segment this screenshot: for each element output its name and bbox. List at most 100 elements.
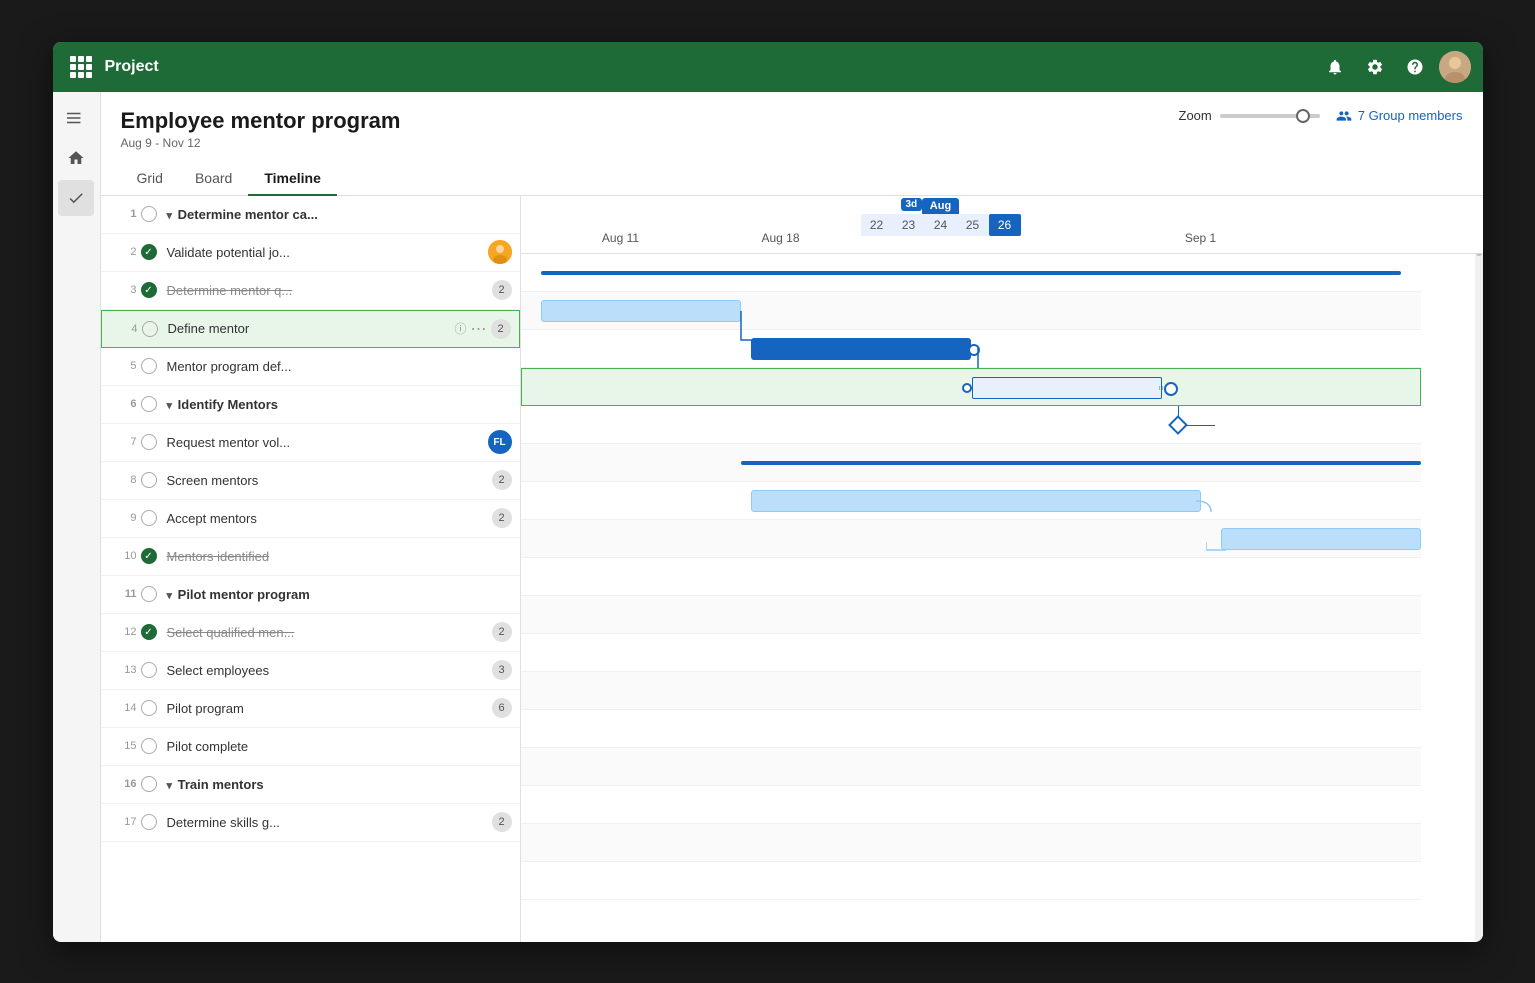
task-row: 3 Determine mentor q... 2 <box>101 272 520 310</box>
project-title: Employee mentor program <box>121 108 401 134</box>
task-row: 8 Screen mentors 2 <box>101 462 520 500</box>
task-badge: 2 <box>492 508 512 528</box>
user-avatar[interactable] <box>1439 51 1471 83</box>
gantt-row-15 <box>521 786 1421 824</box>
task-checkbox[interactable] <box>137 586 161 602</box>
gantt-chart[interactable]: Aug 11 Aug 18 Sep 1 Aug 22 23 24 <box>521 196 1483 942</box>
milestone-line <box>1185 425 1215 426</box>
task-checkbox[interactable] <box>137 548 161 564</box>
gantt-row-6 <box>521 444 1421 482</box>
task-name[interactable]: Mentors identified <box>161 549 512 564</box>
tab-board[interactable]: Board <box>179 162 248 196</box>
gantt-row-16 <box>521 824 1421 862</box>
right-handle[interactable] <box>1164 382 1178 396</box>
gantt-row-10 <box>521 596 1421 634</box>
row-number: 7 <box>109 436 137 448</box>
task-checkbox[interactable] <box>137 472 161 488</box>
task-checkbox[interactable] <box>137 738 161 754</box>
gantt-body <box>521 254 1421 900</box>
task-checkbox[interactable] <box>137 244 161 260</box>
task-name[interactable]: ▾ Identify Mentors <box>161 397 512 412</box>
collapse-icon[interactable]: ▾ <box>167 590 173 602</box>
gantt-bar-row7[interactable] <box>751 490 1201 512</box>
task-name[interactable]: ▾ Determine mentor ca... <box>161 207 512 222</box>
gantt-row-7 <box>521 482 1421 520</box>
task-name[interactable]: Screen mentors <box>161 473 492 488</box>
task-name[interactable]: Accept mentors <box>161 511 492 526</box>
task-badge: 2 <box>492 470 512 490</box>
row-number: 3 <box>109 284 137 296</box>
task-row: 7 Request mentor vol... FL <box>101 424 520 462</box>
info-icon[interactable]: ⓘ <box>454 320 466 337</box>
zoom-slider[interactable] <box>1220 114 1320 118</box>
collapse-icon[interactable]: ▾ <box>167 400 173 412</box>
task-row: 15 Pilot complete <box>101 728 520 766</box>
day-25: 25 <box>957 214 989 236</box>
task-checkbox[interactable] <box>137 434 161 450</box>
task-name[interactable]: ▾ Train mentors <box>161 777 512 792</box>
gantt-bar-row4[interactable] <box>972 377 1162 399</box>
day-23: 23 <box>893 214 925 236</box>
collapse-icon[interactable]: ▾ <box>167 210 173 222</box>
gantt-bar-row8[interactable] <box>1221 528 1421 550</box>
project-area: Employee mentor program Aug 9 - Nov 12 Z… <box>101 92 1483 942</box>
task-name[interactable]: Select employees <box>161 663 492 678</box>
help-button[interactable] <box>1399 51 1431 83</box>
task-name[interactable]: ▾ Pilot mentor program <box>161 587 512 602</box>
task-row[interactable]: 4 Define mentor ⓘ ⋯ 2 <box>101 310 520 348</box>
task-checkbox[interactable] <box>137 662 161 678</box>
month-highlight-label: Aug <box>922 198 959 214</box>
sidebar-menu-button[interactable] <box>58 100 94 136</box>
date-label-aug18: Aug 18 <box>761 231 799 245</box>
tab-grid[interactable]: Grid <box>121 162 179 196</box>
task-name[interactable]: Define mentor <box>162 321 451 336</box>
task-checkbox[interactable] <box>137 206 161 222</box>
row-number: 17 <box>109 816 137 828</box>
day-24: 24 <box>925 214 957 236</box>
task-row: 10 Mentors identified <box>101 538 520 576</box>
task-name[interactable]: Select qualified men... <box>161 625 492 640</box>
gantt-row-5 <box>521 406 1421 444</box>
task-name[interactable]: Pilot program <box>161 701 492 716</box>
group-members-button[interactable]: 7 Group members <box>1336 108 1463 124</box>
task-name[interactable]: Determine mentor q... <box>161 283 492 298</box>
task-row: 6 ▾ Identify Mentors <box>101 386 520 424</box>
task-row: 16 ▾ Train mentors <box>101 766 520 804</box>
sidebar-tasks-button[interactable] <box>58 180 94 216</box>
row-number: 11 <box>109 588 137 600</box>
gantt-bar-row3[interactable] <box>751 338 971 360</box>
resize-handle[interactable] <box>1159 376 1163 400</box>
notifications-button[interactable] <box>1319 51 1351 83</box>
gantt-header: Aug 11 Aug 18 Sep 1 Aug 22 23 24 <box>521 196 1483 254</box>
settings-button[interactable] <box>1359 51 1391 83</box>
task-checkbox[interactable] <box>137 814 161 830</box>
task-checkbox[interactable] <box>137 396 161 412</box>
task-name[interactable]: Request mentor vol... <box>161 435 488 450</box>
task-checkbox[interactable] <box>137 282 161 298</box>
task-checkbox[interactable] <box>137 624 161 640</box>
gantt-bar-row2[interactable] <box>541 300 741 322</box>
task-checkbox[interactable] <box>137 700 161 716</box>
task-row: 13 Select employees 3 <box>101 652 520 690</box>
left-handle[interactable] <box>962 383 972 393</box>
sidebar-home-button[interactable] <box>58 140 94 176</box>
task-checkbox[interactable] <box>138 321 162 337</box>
tab-timeline[interactable]: Timeline <box>248 162 337 196</box>
task-checkbox[interactable] <box>137 510 161 526</box>
view-tabs: Grid Board Timeline <box>121 162 1463 195</box>
sidebar <box>53 92 101 942</box>
more-options-button[interactable]: ⋯ <box>467 319 491 339</box>
task-row: 9 Accept mentors 2 <box>101 500 520 538</box>
row-number: 16 <box>109 778 137 790</box>
task-name[interactable]: Mentor program def... <box>161 359 512 374</box>
task-checkbox[interactable] <box>137 358 161 374</box>
task-name[interactable]: Pilot complete <box>161 739 512 754</box>
row-number: 14 <box>109 702 137 714</box>
task-checkbox[interactable] <box>137 776 161 792</box>
row-number: 1 <box>109 208 137 220</box>
grid-menu-button[interactable] <box>65 51 97 83</box>
collapse-icon[interactable]: ▾ <box>167 780 173 792</box>
task-badge: 2 <box>492 280 512 300</box>
task-name[interactable]: Validate potential jo... <box>161 245 488 260</box>
task-name[interactable]: Determine skills g... <box>161 815 492 830</box>
